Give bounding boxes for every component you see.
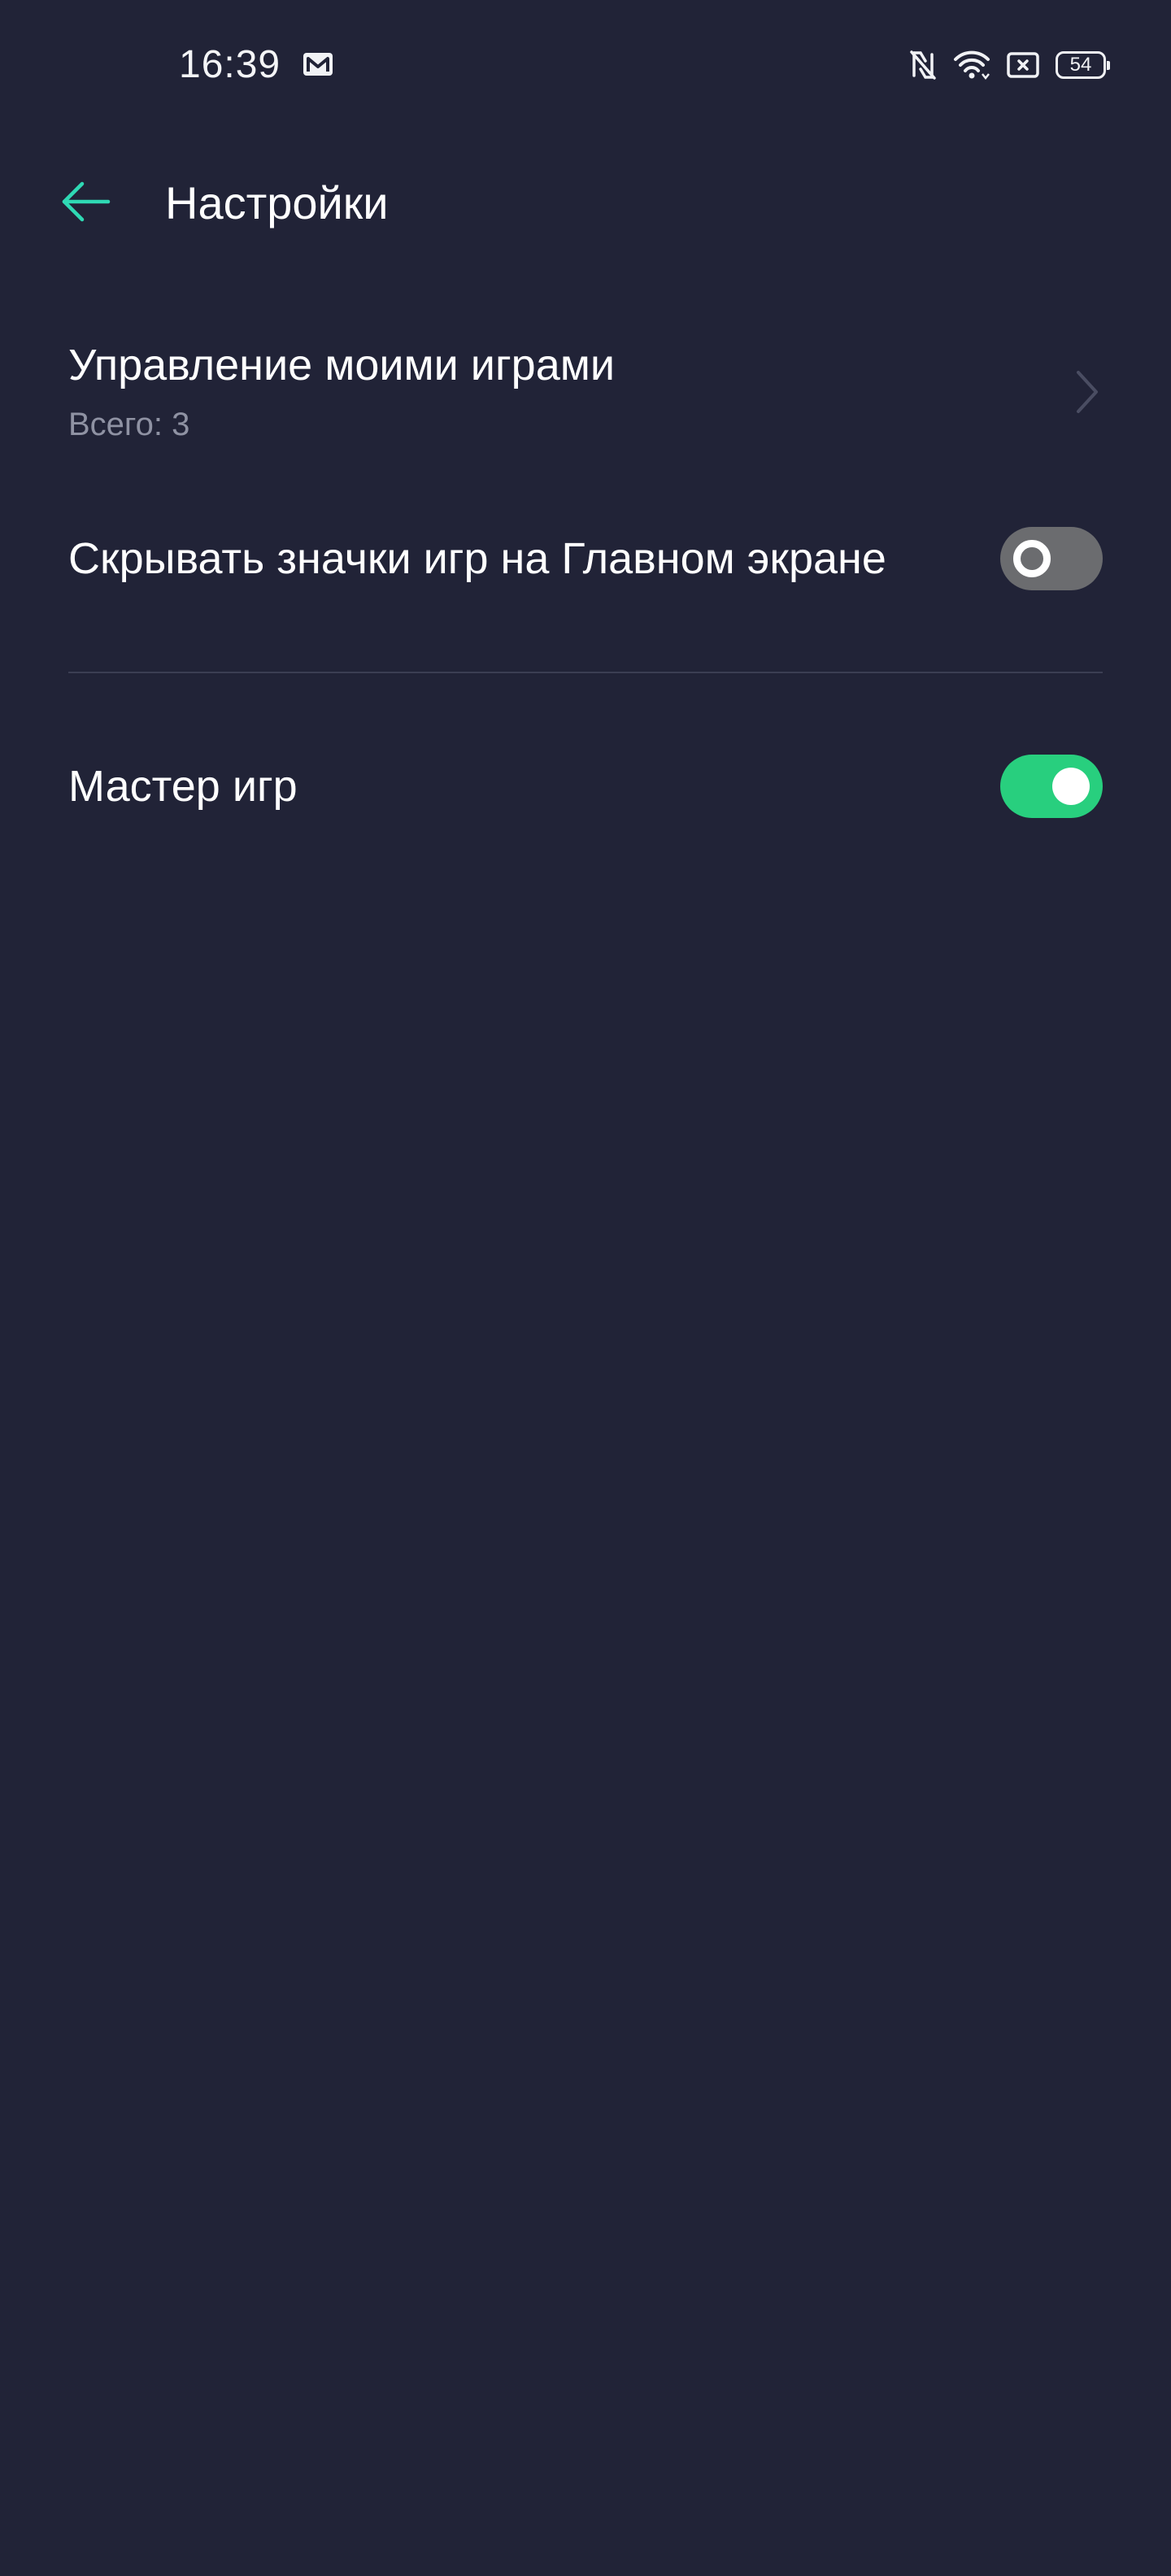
status-bar: 16:39 54 [0,0,1171,130]
hide-game-icons-label: Скрывать значки игр на Главном экране [68,534,886,583]
mail-icon [303,52,333,76]
app-bar: Настройки [0,146,1171,260]
toggle-knob [1052,768,1090,805]
status-time: 16:39 [179,43,281,86]
game-master-item: Мастер игр [68,732,1103,846]
wifi-icon [953,50,990,80]
toggle-knob [1013,540,1051,577]
game-master-toggle[interactable] [1000,755,1103,818]
divider [68,672,1103,673]
arrow-left-icon [59,181,111,227]
hide-game-icons-toggle[interactable] [1000,527,1103,590]
no-sim-icon [1007,51,1039,79]
battery-level: 54 [1056,51,1110,79]
manage-games-title: Управление моими играми [68,341,616,389]
game-master-label: Мастер игр [68,762,298,811]
manage-games-count: Всего: 3 [68,407,190,442]
status-icons: 54 [909,46,1110,85]
battery-icon: 54 [1056,51,1110,79]
manage-games-item[interactable]: Управление моими играми Всего: 3 [68,325,1103,455]
chevron-right-icon [1070,366,1103,418]
nfc-icon [909,50,937,80]
page-title: Настройки [165,177,389,228]
hide-game-icons-item: Скрывать значки игр на Главном экране [68,504,1103,618]
back-button[interactable] [49,171,122,236]
